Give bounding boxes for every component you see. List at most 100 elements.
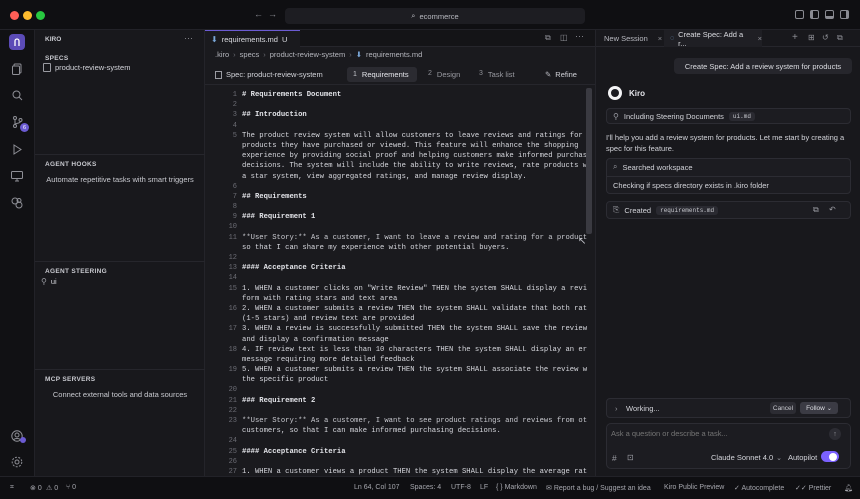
code-line[interactable]: #### Acceptance Criteria	[242, 447, 587, 457]
step-requirements[interactable]: 1 Requirements	[347, 67, 417, 82]
attach-image-icon[interactable]: ⊡	[627, 453, 634, 462]
open-file-icon[interactable]: ⧉	[813, 205, 819, 215]
code-line[interactable]: 5. WHEN a customer submits a review THEN…	[242, 365, 587, 375]
code-line[interactable]	[242, 457, 587, 467]
code-line[interactable]: 3. WHEN a review is successfully submitt…	[242, 324, 587, 334]
code-line[interactable]	[242, 385, 587, 395]
agent-steering-header[interactable]: AGENT STEERING	[35, 261, 205, 275]
code-line[interactable]: decisions. The system will include the a…	[242, 161, 587, 171]
steering-item-ui[interactable]: ⚲ ui	[39, 275, 201, 287]
code-line[interactable]: products they have purchased or viewed. …	[242, 141, 587, 151]
code-line[interactable]: a star system, view aggregated ratings, …	[242, 172, 587, 182]
open-preview-icon[interactable]: ⧉	[545, 33, 551, 43]
editor-scrollbar[interactable]	[586, 88, 592, 234]
tab-create-spec[interactable]: ◌ Create Spec: Add a r... ×	[664, 30, 762, 48]
report-bug-link[interactable]: ✉ Report a bug / Suggest an idea	[546, 484, 651, 492]
refine-button[interactable]: ✎ Refine	[545, 70, 577, 79]
cancel-button[interactable]: Cancel	[770, 402, 796, 414]
explorer-icon[interactable]	[9, 61, 25, 77]
code-line[interactable]: message requiring more detailed feedback	[242, 355, 587, 365]
code-line[interactable]: so that I can share my experience with o…	[242, 243, 587, 253]
code-line[interactable]: # Requirements Document	[242, 90, 587, 100]
history-icon[interactable]: ↺	[822, 33, 829, 42]
tab-new-session[interactable]: New Session ×	[604, 34, 662, 43]
searched-workspace-card[interactable]: ⌕ Searched workspace Checking if specs d…	[606, 158, 851, 194]
code-line[interactable]: ### Requirement 1	[242, 212, 587, 222]
code-line[interactable]	[242, 121, 587, 131]
breadcrumb-requirements-md[interactable]: requirements.md	[366, 50, 422, 59]
code-line[interactable]	[242, 202, 587, 212]
notifications-bell-icon[interactable]: 🔔︎	[844, 484, 853, 492]
ports-indicator[interactable]: ⑂ 0	[66, 484, 76, 491]
revert-icon[interactable]: ↶	[829, 205, 836, 214]
code-line[interactable]: **User Story:** As a customer, I want to…	[242, 233, 587, 243]
code-line[interactable]	[242, 222, 587, 232]
panel-collapse-icon[interactable]: ⧉	[837, 33, 843, 43]
code-line[interactable]: 1. WHEN a customer clicks on "Write Revi…	[242, 284, 587, 294]
code-line[interactable]: **User Story:** As a customer, I want to…	[242, 416, 587, 426]
close-icon[interactable]: ×	[658, 34, 662, 43]
forward-arrow-icon[interactable]: →	[268, 9, 277, 19]
model-selector[interactable]: Claude Sonnet 4.0 ⌄	[711, 453, 782, 462]
code-line[interactable]: form with rating stars and text area	[242, 294, 587, 304]
language-mode[interactable]: { } Markdown	[496, 484, 537, 491]
kiro-icon[interactable]	[9, 34, 25, 50]
chat-input[interactable]	[611, 427, 821, 439]
split-editor-icon[interactable]: ◫	[560, 33, 568, 42]
code-line[interactable]: the specific product	[242, 375, 587, 385]
code-line[interactable]: customers, so that I can make informed p…	[242, 426, 587, 436]
encoding[interactable]: UTF-8	[451, 484, 471, 491]
steering-docs-card[interactable]: ⚲ Including Steering Documents ui.md	[606, 108, 851, 124]
errors-indicator[interactable]: ⊗ 0	[30, 484, 42, 492]
close-icon[interactable]: ×	[758, 34, 762, 43]
follow-button[interactable]: Follow ⌄	[800, 402, 838, 414]
send-arrow-icon[interactable]: ↑	[829, 428, 841, 440]
autopilot-toggle[interactable]	[821, 451, 839, 462]
code-line[interactable]: ## Introduction	[242, 110, 587, 120]
code-line[interactable]	[242, 100, 587, 110]
warnings-indicator[interactable]: ⚠ 0	[46, 484, 58, 492]
line-endings[interactable]: LF	[480, 484, 488, 491]
remote-icon[interactable]: ⌗	[10, 484, 14, 492]
command-search-bar[interactable]: ⌕ ecommerce	[285, 8, 585, 24]
mcp-servers-header[interactable]: MCP SERVERS	[35, 369, 205, 383]
tab-requirements-md[interactable]: ⬇ requirements.md U	[205, 30, 300, 47]
code-content[interactable]: # Requirements Document ## Introduction Th…	[242, 90, 587, 477]
agent-hooks-header[interactable]: AGENT HOOKS	[35, 154, 205, 168]
run-debug-icon[interactable]	[9, 141, 25, 157]
minimize-window-button[interactable]	[23, 11, 32, 20]
mcp-icon[interactable]: ⊞	[808, 33, 815, 42]
code-line[interactable]	[242, 436, 587, 446]
toggle-chat-icon[interactable]	[840, 10, 849, 19]
code-line[interactable]: ### Requirement 2	[242, 396, 587, 406]
extensions-icon[interactable]	[9, 195, 25, 211]
code-line[interactable]: #### Acceptance Criteria	[242, 263, 587, 273]
search-icon[interactable]	[9, 87, 25, 103]
new-session-plus-icon[interactable]: +	[792, 32, 798, 43]
prettier-status[interactable]: ✓✓ Prettier	[795, 484, 831, 492]
remote-explorer-icon[interactable]	[9, 168, 25, 184]
code-line[interactable]: experience by providing social proof and…	[242, 151, 587, 161]
cursor-position[interactable]: Ln 64, Col 107	[354, 484, 400, 491]
step-design[interactable]: 2 Design	[428, 70, 460, 79]
maximize-window-button[interactable]	[36, 11, 45, 20]
code-line[interactable]: and display a confirmation message	[242, 335, 587, 345]
code-line[interactable]	[242, 406, 587, 416]
toggle-sidebar-icon[interactable]	[810, 10, 819, 19]
breadcrumb-kiro[interactable]: .kiro	[215, 50, 229, 59]
code-line[interactable]: 4. IF review text is less than 10 charac…	[242, 345, 587, 355]
more-options-icon[interactable]: ···	[184, 33, 193, 43]
chat-input-box[interactable]: ↑ # ⊡ Claude Sonnet 4.0 ⌄ Autopilot	[606, 423, 851, 469]
breadcrumb-product-review-system[interactable]: product-review-system	[270, 50, 345, 59]
close-window-button[interactable]	[10, 11, 19, 20]
step-task-list[interactable]: 3 Task list	[479, 70, 515, 79]
indentation[interactable]: Spaces: 4	[410, 484, 441, 491]
code-line[interactable]: ## Requirements	[242, 192, 587, 202]
autocomplete-status[interactable]: ✓ Autocomplete	[734, 484, 784, 492]
layout-icon[interactable]	[795, 10, 804, 19]
created-file-card[interactable]: ⎘ Created requirements.md ⧉ ↶	[606, 201, 851, 219]
editor-more-icon[interactable]: ···	[575, 31, 584, 41]
code-line[interactable]: (1-5 stars) and review text are provided	[242, 314, 587, 324]
code-line[interactable]: The product review system will allow cus…	[242, 131, 587, 141]
chevron-right-icon[interactable]: ›	[615, 404, 618, 413]
